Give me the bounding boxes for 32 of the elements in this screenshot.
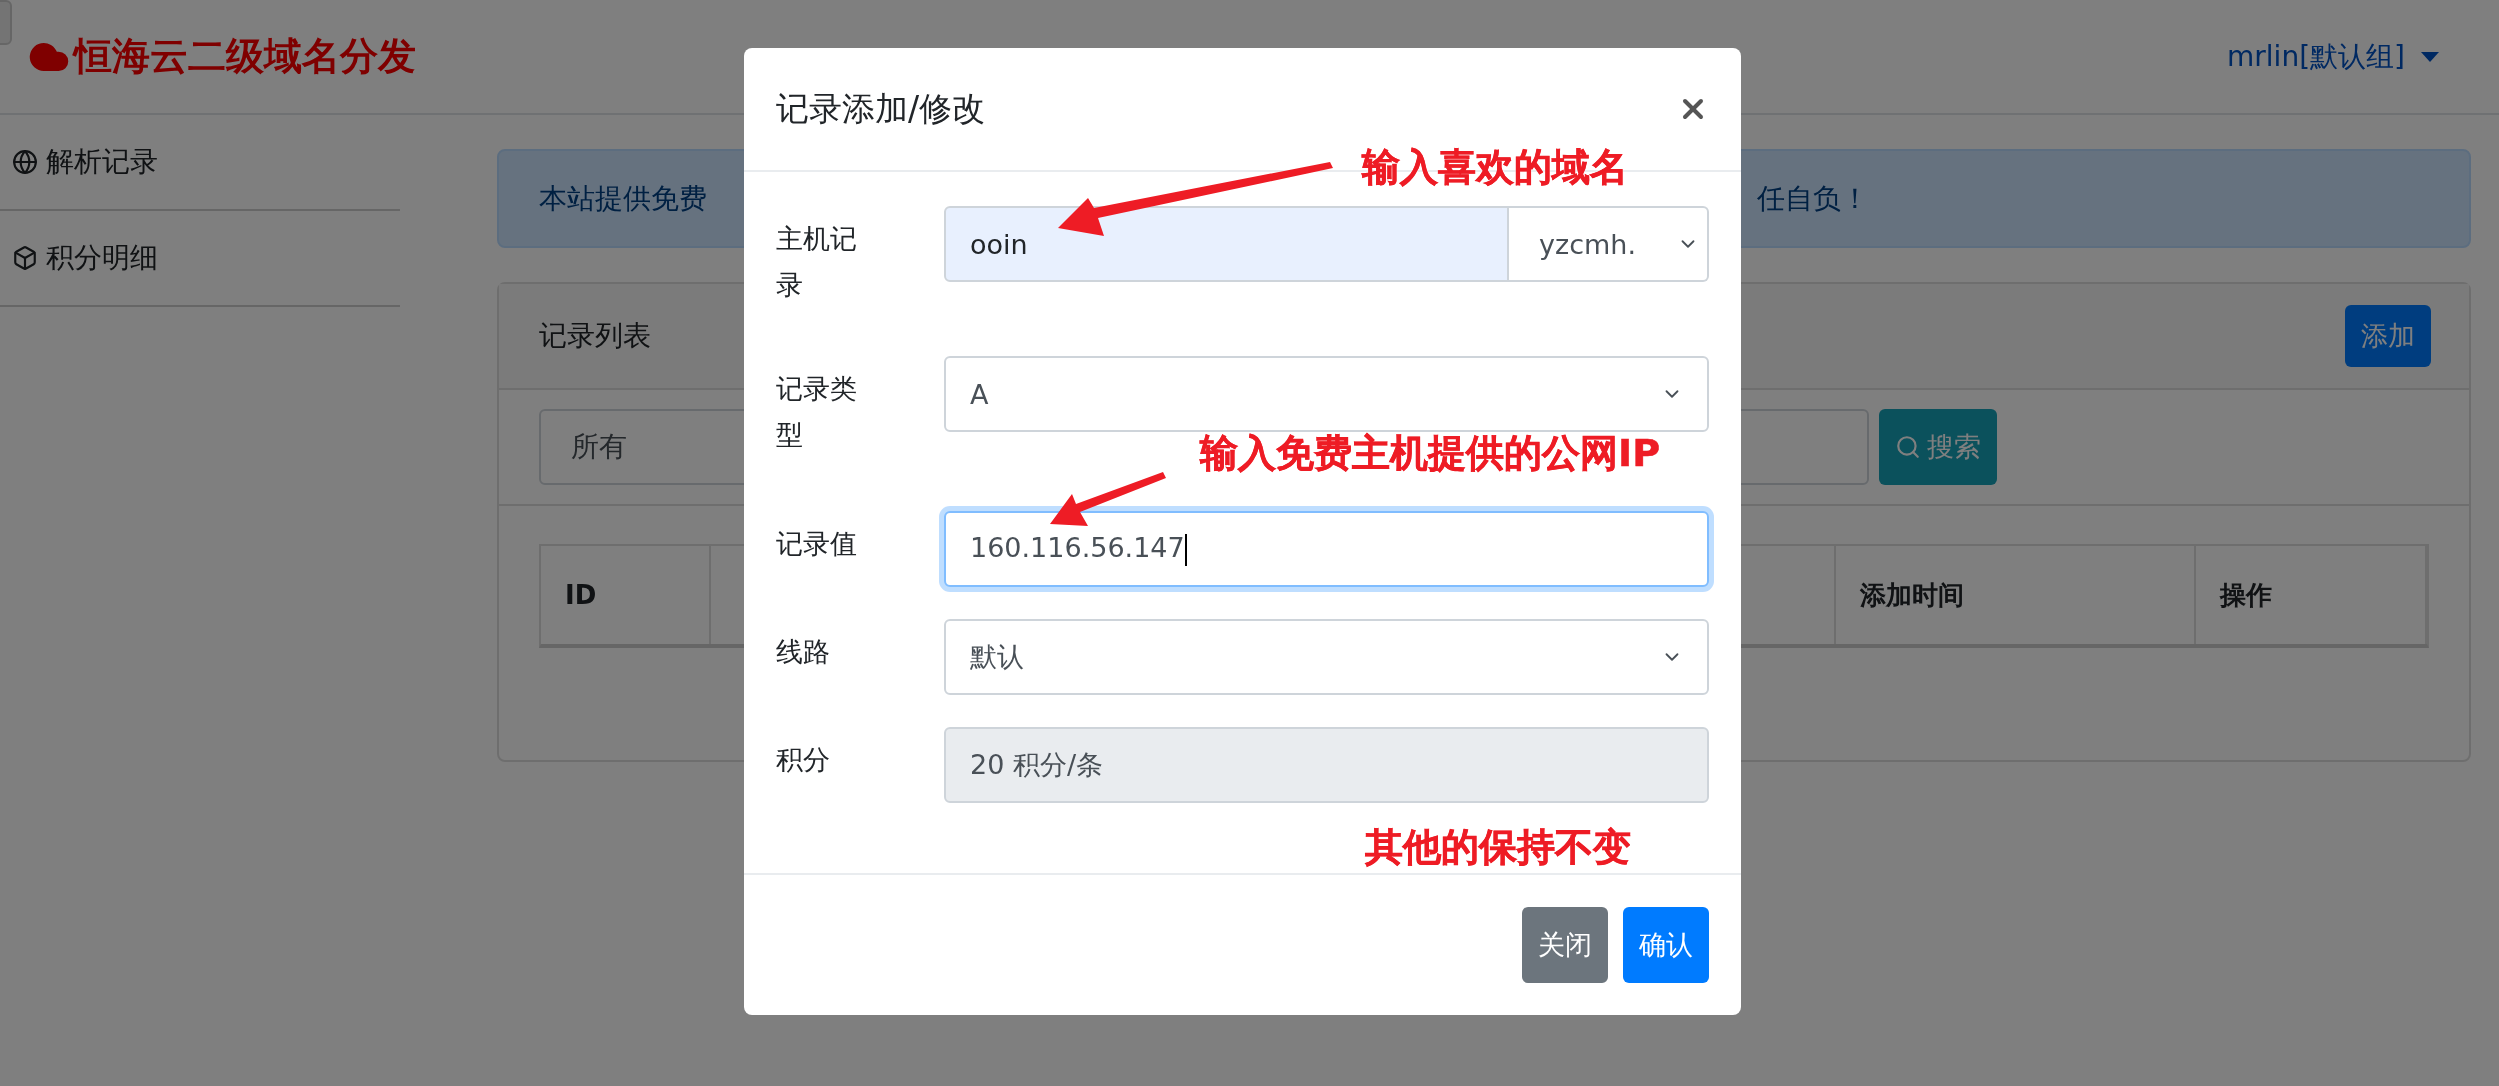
- notice-text: 任自负！: [1757, 180, 1869, 217]
- card-title: 记录列表: [539, 318, 651, 354]
- cube-icon: [12, 245, 38, 271]
- readonly-field: 20 积分/条: [944, 727, 1709, 803]
- search-icon: [1895, 434, 1921, 460]
- field-label: 积分: [776, 743, 831, 777]
- field-label: 主机记录: [776, 222, 858, 302]
- brand-title: 恒海云二级域名分发: [74, 33, 416, 80]
- globe-icon: [12, 149, 38, 175]
- annotation-text: 输入喜欢的域名: [1362, 144, 1628, 191]
- column-header: ID: [541, 546, 711, 644]
- field-label: 记录类型: [776, 372, 858, 452]
- dialog-title: 记录添加/修改: [776, 87, 986, 130]
- select-field[interactable]: 默认: [944, 619, 1709, 695]
- column-header: 操作: [2196, 546, 2427, 644]
- input-field[interactable]: 160.116.56.147: [944, 511, 1709, 587]
- annotation-text: 输入免费主机提供的公网IP: [1200, 430, 1660, 477]
- field-label: 线路: [776, 635, 831, 669]
- notice-text: 本站提供免费: [539, 180, 707, 217]
- confirm-button[interactable]: 确认: [1623, 907, 1709, 983]
- host-input[interactable]: ooin: [944, 206, 1509, 282]
- add-button[interactable]: 添加: [2345, 305, 2431, 367]
- sidebar-item[interactable]: 积分明细: [0, 211, 400, 307]
- annotation-text: 其他的保持不变: [1365, 824, 1631, 871]
- user-menu[interactable]: mrlin[默认组]: [2227, 37, 2439, 76]
- close-button[interactable]: 关闭: [1522, 907, 1608, 983]
- column-header: 添加时间: [1836, 546, 2196, 644]
- select-field[interactable]: A: [944, 356, 1709, 432]
- sidebar-item[interactable]: 解析记录: [0, 115, 400, 211]
- domain-select[interactable]: yzcmh.: [1509, 206, 1709, 282]
- site-logo[interactable]: 恒海云二级域名分发: [28, 31, 416, 82]
- field-label: 记录值: [776, 527, 858, 561]
